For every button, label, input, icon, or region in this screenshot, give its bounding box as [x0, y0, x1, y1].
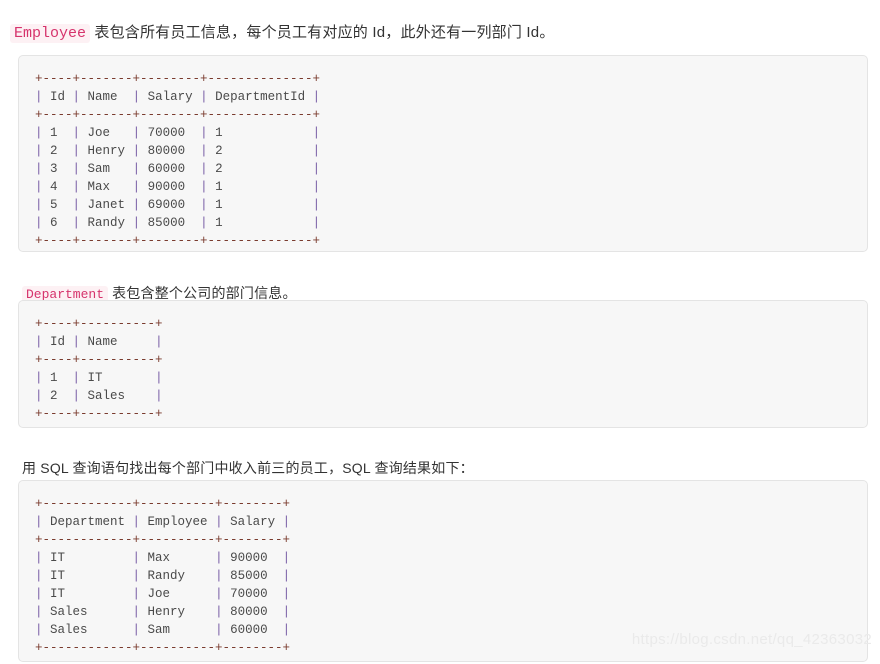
inline-code-employee: Employee	[10, 24, 91, 43]
code-line: +----+----------+	[35, 353, 163, 367]
code-line: | 5 | Janet | 69000 | 1 |	[35, 198, 321, 212]
paragraph-department-intro-text: 表包含整个公司的部门信息。	[108, 285, 297, 301]
code-block-department-table[interactable]: +----+----------+ | Id | Name | +----+----…	[18, 300, 868, 428]
code-line: | IT | Max | 90000 |	[35, 551, 291, 565]
code-line: | 2 | Henry | 80000 | 2 |	[35, 144, 321, 158]
code-line: +----+----------+	[35, 407, 163, 421]
code-line: | IT | Randy | 85000 |	[35, 569, 291, 583]
code-line: +----+-------+--------+--------------+	[35, 234, 321, 248]
code-line: +----+-------+--------+--------------+	[35, 108, 321, 122]
code-line: | Id | Name |	[35, 335, 163, 349]
blog-article-page: Employee 表包含所有员工信息，每个员工有对应的 Id，此外还有一列部门 …	[0, 0, 880, 664]
code-line: +------------+----------+--------+	[35, 497, 291, 511]
code-line: | 6 | Randy | 85000 | 1 |	[35, 216, 321, 230]
code-block-result-table[interactable]: +------------+----------+--------+ | Depa…	[18, 480, 868, 662]
code-line: | 2 | Sales |	[35, 389, 163, 403]
code-line: +----+----------+	[35, 317, 163, 331]
code-block-employee-table-content: +----+-------+--------+--------------+ | …	[19, 56, 867, 251]
code-line: | Sales | Sam | 60000 |	[35, 623, 291, 637]
paragraph-query-intro: 用 SQL 查询语句找出每个部门中收入前三的员工，SQL 查询结果如下：	[22, 460, 474, 476]
code-block-employee-table[interactable]: +----+-------+--------+--------------+ | …	[18, 55, 868, 252]
code-block-department-table-content: +----+----------+ | Id | Name | +----+----…	[19, 301, 867, 427]
code-line: | Id | Name | Salary | DepartmentId |	[35, 90, 321, 104]
code-line: | 1 | Joe | 70000 | 1 |	[35, 126, 321, 140]
paragraph-employee-intro-text: 表包含所有员工信息，每个员工有对应的 Id，此外还有一列部门 Id。	[90, 24, 555, 41]
code-line: +----+-------+--------+--------------+	[35, 72, 321, 86]
code-line: | 3 | Sam | 60000 | 2 |	[35, 162, 321, 176]
code-line: | 1 | IT |	[35, 371, 163, 385]
code-line: +------------+----------+--------+	[35, 533, 291, 547]
paragraph-employee-intro: Employee 表包含所有员工信息，每个员工有对应的 Id，此外还有一列部门 …	[10, 20, 555, 47]
code-line: | IT | Joe | 70000 |	[35, 587, 291, 601]
code-line: | Sales | Henry | 80000 |	[35, 605, 291, 619]
code-line: | 4 | Max | 90000 | 1 |	[35, 180, 321, 194]
code-line: | Department | Employee | Salary |	[35, 515, 291, 529]
code-line: +------------+----------+--------+	[35, 641, 291, 655]
code-block-result-table-content: +------------+----------+--------+ | Depa…	[19, 481, 867, 661]
